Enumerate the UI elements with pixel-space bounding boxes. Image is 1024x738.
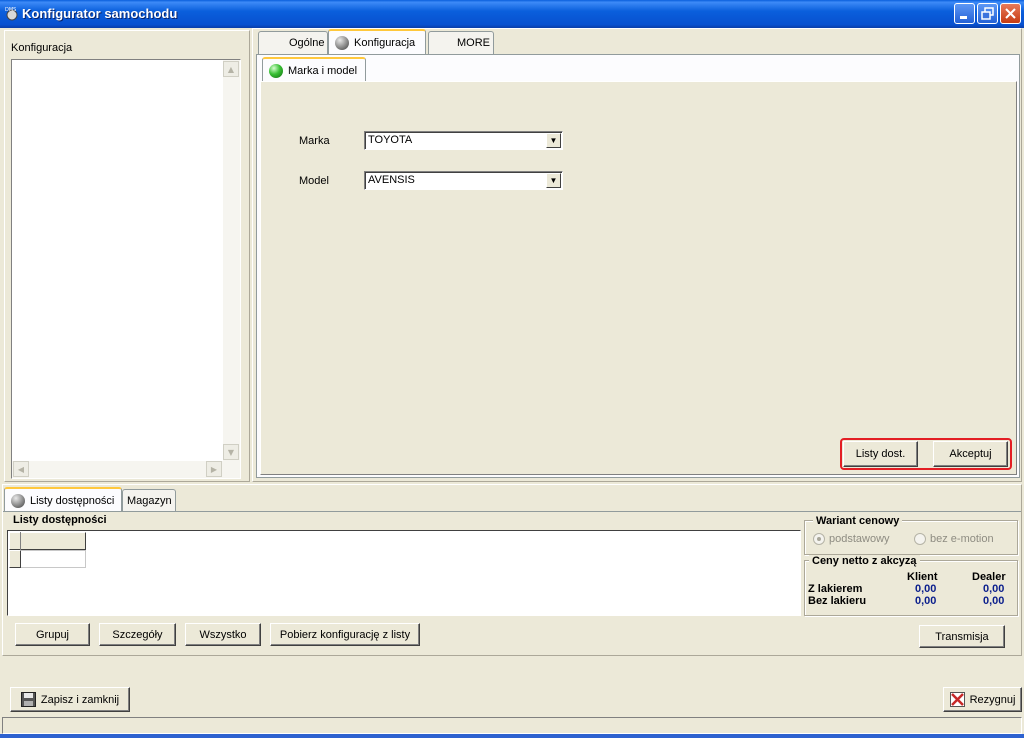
tab-more-label: MORE <box>457 37 490 49</box>
svg-text:DMS: DMS <box>5 7 16 13</box>
col-klient: Klient <box>907 571 938 583</box>
marka-label: Marka <box>299 135 330 147</box>
radio-podstawowy-label: podstawowy <box>829 533 890 545</box>
minimize-icon <box>960 16 967 19</box>
grupuj-label: Grupuj <box>35 628 70 641</box>
transmisja-button[interactable]: Transmisja <box>919 625 1005 648</box>
tab-konfiguracja-label: Konfiguracja <box>354 36 416 49</box>
cancel-icon <box>949 692 965 707</box>
scroll-down-icon[interactable]: ▼ <box>223 444 239 460</box>
restore-button[interactable] <box>977 3 998 24</box>
tab-konfiguracja[interactable]: Konfiguracja <box>328 29 426 54</box>
subtab-label: Marka i model <box>288 64 358 77</box>
app-logo-icon: DMS <box>5 7 18 21</box>
wszystko-button[interactable]: Wszystko <box>185 623 261 646</box>
availability-heading: Listy dostępności <box>13 514 107 526</box>
chevron-down-icon[interactable]: ▼ <box>546 173 561 188</box>
chevron-down-icon[interactable]: ▼ <box>546 133 561 148</box>
window-title: Konfigurator samochodu <box>22 6 178 21</box>
tab-listy-dostepnosci[interactable]: Listy dostępności <box>4 487 122 512</box>
restore-icon <box>981 7 994 20</box>
row-bez-lakieru: Bez lakieru <box>808 595 867 607</box>
tab-ogolne[interactable]: Ogólne <box>258 31 328 54</box>
radio-unselected-icon[interactable] <box>914 533 926 545</box>
tab-divider <box>3 511 1021 512</box>
radio-bez-emotion[interactable]: bez e-motion <box>914 533 994 545</box>
status-grey-icon <box>11 493 25 508</box>
close-icon <box>1005 8 1016 19</box>
model-value: AVENSIS <box>368 174 415 186</box>
tab-listy-label: Listy dostępności <box>30 494 115 507</box>
zapisz-label: Zapisz i zamknij <box>40 693 120 706</box>
pobierz-label: Pobierz konfigurację z listy <box>279 628 411 641</box>
col-dealer: Dealer <box>972 571 1006 583</box>
listy-dost-label: Listy dost. <box>855 448 906 460</box>
radio-selected-icon[interactable] <box>813 533 825 545</box>
window-bottom-border <box>0 734 1024 738</box>
radio-podstawowy[interactable]: podstawowy <box>813 533 890 545</box>
tab-ogolne-label: Ogólne <box>289 37 325 49</box>
marka-select[interactable]: TOYOTA ▼ <box>364 131 563 150</box>
tab-magazyn-label: Magazyn <box>127 495 172 507</box>
akceptuj-label: Akceptuj <box>949 448 992 460</box>
marka-value: TOYOTA <box>368 134 413 146</box>
scroll-right-icon[interactable]: ▶ <box>206 461 222 477</box>
bez-lakieru-klient: 0,00 <box>915 595 937 607</box>
wszystko-label: Wszystko <box>199 628 247 641</box>
scroll-up-icon[interactable]: ▲ <box>223 61 239 77</box>
szczegoly-button[interactable]: Szczegóły <box>99 623 176 646</box>
z-lakierem-klient: 0,00 <box>915 583 937 595</box>
title-bar[interactable]: DMS Konfigurator samochodu <box>0 0 1024 28</box>
vertical-scrollbar[interactable] <box>223 60 240 461</box>
left-panel-label: Konfiguracja <box>11 42 73 54</box>
szczegoly-label: Szczegóły <box>112 628 163 641</box>
zapisz-i-zamknij-button[interactable]: Zapisz i zamknij <box>10 687 130 712</box>
grid-row-indicator[interactable] <box>9 550 21 568</box>
scroll-left-icon[interactable]: ◀ <box>13 461 29 477</box>
availability-grid[interactable] <box>7 530 801 616</box>
pobierz-konfiguracje-button[interactable]: Pobierz konfigurację z listy <box>270 623 420 646</box>
status-grey-icon <box>335 35 349 50</box>
subtab-marka-i-model[interactable]: Marka i model <box>262 57 366 82</box>
save-disk-icon <box>20 692 36 707</box>
row-z-lakierem: Z lakierem <box>808 583 863 595</box>
net-prices-heading: Ceny netto z akcyzą <box>809 555 920 567</box>
grid-cell[interactable] <box>21 550 86 568</box>
status-bar <box>2 717 1022 734</box>
rezygnuj-label: Rezygnuj <box>969 693 1016 706</box>
grupuj-button[interactable]: Grupuj <box>15 623 90 646</box>
price-variant-heading: Wariant cenowy <box>813 515 903 527</box>
tab-magazyn[interactable]: Magazyn <box>122 489 176 512</box>
configuration-tree[interactable]: ▲ ▼ ◀ ▶ <box>11 59 241 479</box>
model-select[interactable]: AVENSIS ▼ <box>364 171 563 190</box>
listy-dost-button[interactable]: Listy dost. <box>843 441 918 467</box>
rezygnuj-button[interactable]: Rezygnuj <box>943 687 1022 712</box>
model-label: Model <box>299 175 329 187</box>
z-lakierem-dealer: 0,00 <box>983 583 1005 595</box>
status-green-icon <box>269 63 283 78</box>
akceptuj-button[interactable]: Akceptuj <box>933 441 1008 467</box>
radio-bez-emotion-label: bez e-motion <box>930 533 994 545</box>
bez-lakieru-dealer: 0,00 <box>983 595 1005 607</box>
grid-header-cell <box>9 532 21 550</box>
close-button[interactable] <box>1000 3 1021 24</box>
transmisja-label: Transmisja <box>935 630 989 643</box>
minimize-button[interactable] <box>954 3 975 24</box>
tab-more[interactable]: MORE <box>428 31 494 54</box>
